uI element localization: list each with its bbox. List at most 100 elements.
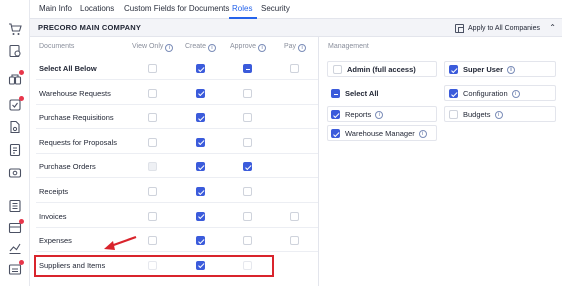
tab-custom-fields[interactable]: Custom Fields for Documents — [124, 4, 229, 13]
column-label: View Only — [132, 43, 164, 50]
permission-checkbox[interactable] — [449, 65, 458, 74]
approve-checkbox[interactable] — [243, 113, 252, 123]
document-row-label: Expenses — [39, 236, 72, 246]
info-icon[interactable]: i — [375, 110, 384, 119]
analytics-icon[interactable] — [8, 241, 22, 255]
create-checkbox[interactable] — [196, 88, 205, 98]
tab-roles[interactable]: Roles — [232, 4, 252, 13]
tab-locations[interactable]: Locations — [80, 4, 114, 13]
permission-checkbox[interactable] — [331, 129, 340, 138]
management-permission[interactable]: Configuration i — [449, 89, 520, 98]
company-name: PRECORO MAIN COMPANY — [38, 23, 142, 32]
permission-label: Configuration — [463, 89, 508, 98]
approve-checkbox[interactable] — [243, 162, 252, 172]
info-icon[interactable]: i — [511, 89, 520, 98]
management-permission[interactable]: Admin (full access) — [333, 65, 416, 74]
row-divider — [36, 226, 318, 228]
approve-checkbox[interactable] — [243, 236, 252, 246]
roles-settings-page: Main Info Locations Custom Fields for Do… — [0, 0, 562, 286]
sidebar-rail — [0, 0, 30, 286]
pay-checkbox[interactable] — [290, 211, 299, 221]
info-icon[interactable]: i — [418, 129, 427, 138]
permission-checkbox[interactable] — [331, 110, 340, 119]
approve-checkbox[interactable] — [243, 64, 252, 73]
pay-checkbox[interactable] — [290, 64, 299, 73]
view-only-checkbox[interactable] — [148, 137, 157, 147]
notification-badge — [19, 260, 24, 265]
approve-checkbox[interactable] — [243, 137, 252, 147]
permission-label: Admin (full access) — [347, 65, 416, 74]
view-only-checkbox[interactable] — [148, 88, 157, 98]
info-icon[interactable]: i — [208, 44, 217, 52]
section-divider — [318, 37, 319, 286]
permission-checkbox[interactable] — [333, 65, 342, 74]
info-icon[interactable]: i — [165, 44, 174, 52]
info-icon[interactable]: i — [507, 65, 516, 74]
view-only-checkbox[interactable] — [148, 211, 157, 221]
checklist-icon[interactable] — [8, 96, 24, 112]
info-icon[interactable]: i — [298, 44, 307, 52]
management-section-title: Management — [328, 43, 369, 50]
create-checkbox[interactable] — [196, 162, 205, 172]
document-row-label: Invoices — [39, 211, 67, 221]
column-header-pay: Pay i — [284, 43, 307, 52]
view-only-checkbox[interactable] — [148, 64, 157, 73]
notification-badge — [19, 96, 24, 101]
management-permission[interactable]: Warehouse Manager i — [331, 129, 427, 138]
create-checkbox[interactable] — [196, 113, 205, 123]
row-divider — [36, 202, 318, 203]
info-icon[interactable]: i — [494, 110, 503, 119]
column-label: Create — [185, 43, 207, 50]
requisition-icon[interactable] — [8, 44, 22, 58]
apply-to-all-companies-button[interactable]: Apply to All Companies — [455, 22, 540, 34]
cart-icon[interactable] — [8, 22, 22, 36]
column-header-create: Create i — [185, 43, 217, 52]
approve-checkbox[interactable] — [243, 211, 252, 221]
permission-label: Reports — [345, 110, 372, 119]
column-label: Approve — [230, 43, 257, 50]
chevron-up-icon[interactable]: ⌃ — [549, 23, 556, 33]
approve-checkbox[interactable] — [243, 187, 252, 196]
management-permission[interactable]: Super User i — [449, 65, 516, 74]
permission-checkbox[interactable] — [449, 89, 458, 98]
document-icon[interactable] — [8, 120, 22, 134]
create-checkbox[interactable] — [196, 236, 205, 246]
permission-label: Warehouse Manager — [345, 129, 415, 138]
pay-checkbox[interactable] — [290, 236, 299, 246]
document-row-label: Purchase Requisitions — [39, 113, 114, 123]
management-permission[interactable]: Select All — [331, 89, 379, 98]
tab-bar: Main Info Locations Custom Fields for Do… — [30, 0, 562, 19]
tab-main-info[interactable]: Main Info — [39, 4, 72, 13]
tab-security[interactable]: Security — [261, 4, 290, 13]
document-row-label: Warehouse Requests — [39, 88, 111, 98]
highlight-box — [34, 255, 274, 277]
company-header: PRECORO MAIN COMPANY Apply to All Compan… — [30, 19, 562, 37]
warehouse-icon[interactable] — [8, 260, 24, 276]
approval-icon[interactable] — [8, 70, 24, 86]
apply-to-all-label: Apply to All Companies — [468, 24, 540, 32]
invoice-icon[interactable] — [8, 143, 22, 157]
management-permission[interactable]: Reports i — [331, 110, 384, 119]
create-checkbox[interactable] — [196, 137, 205, 147]
create-checkbox[interactable] — [196, 211, 205, 221]
row-divider — [36, 103, 318, 105]
view-only-checkbox[interactable] — [148, 236, 157, 246]
view-only-checkbox[interactable] — [148, 113, 157, 123]
documents-section-title: Documents — [39, 43, 75, 50]
approve-checkbox[interactable] — [243, 88, 252, 98]
create-checkbox[interactable] — [196, 187, 205, 196]
info-icon[interactable]: i — [258, 44, 267, 52]
row-divider — [36, 251, 318, 253]
view-only-checkbox[interactable] — [148, 187, 157, 196]
permission-checkbox[interactable] — [331, 89, 340, 98]
budget-icon[interactable] — [8, 199, 22, 213]
inventory-icon[interactable] — [8, 219, 24, 235]
view-only-checkbox[interactable] — [148, 162, 157, 172]
permission-label: Budgets — [463, 110, 491, 119]
permission-checkbox[interactable] — [449, 110, 458, 119]
document-row-label: Select All Below — [39, 64, 97, 73]
expense-icon[interactable] — [8, 166, 22, 180]
management-permission[interactable]: Budgets i — [449, 110, 503, 119]
create-checkbox[interactable] — [196, 64, 205, 73]
column-header-approve: Approve i — [230, 43, 267, 52]
